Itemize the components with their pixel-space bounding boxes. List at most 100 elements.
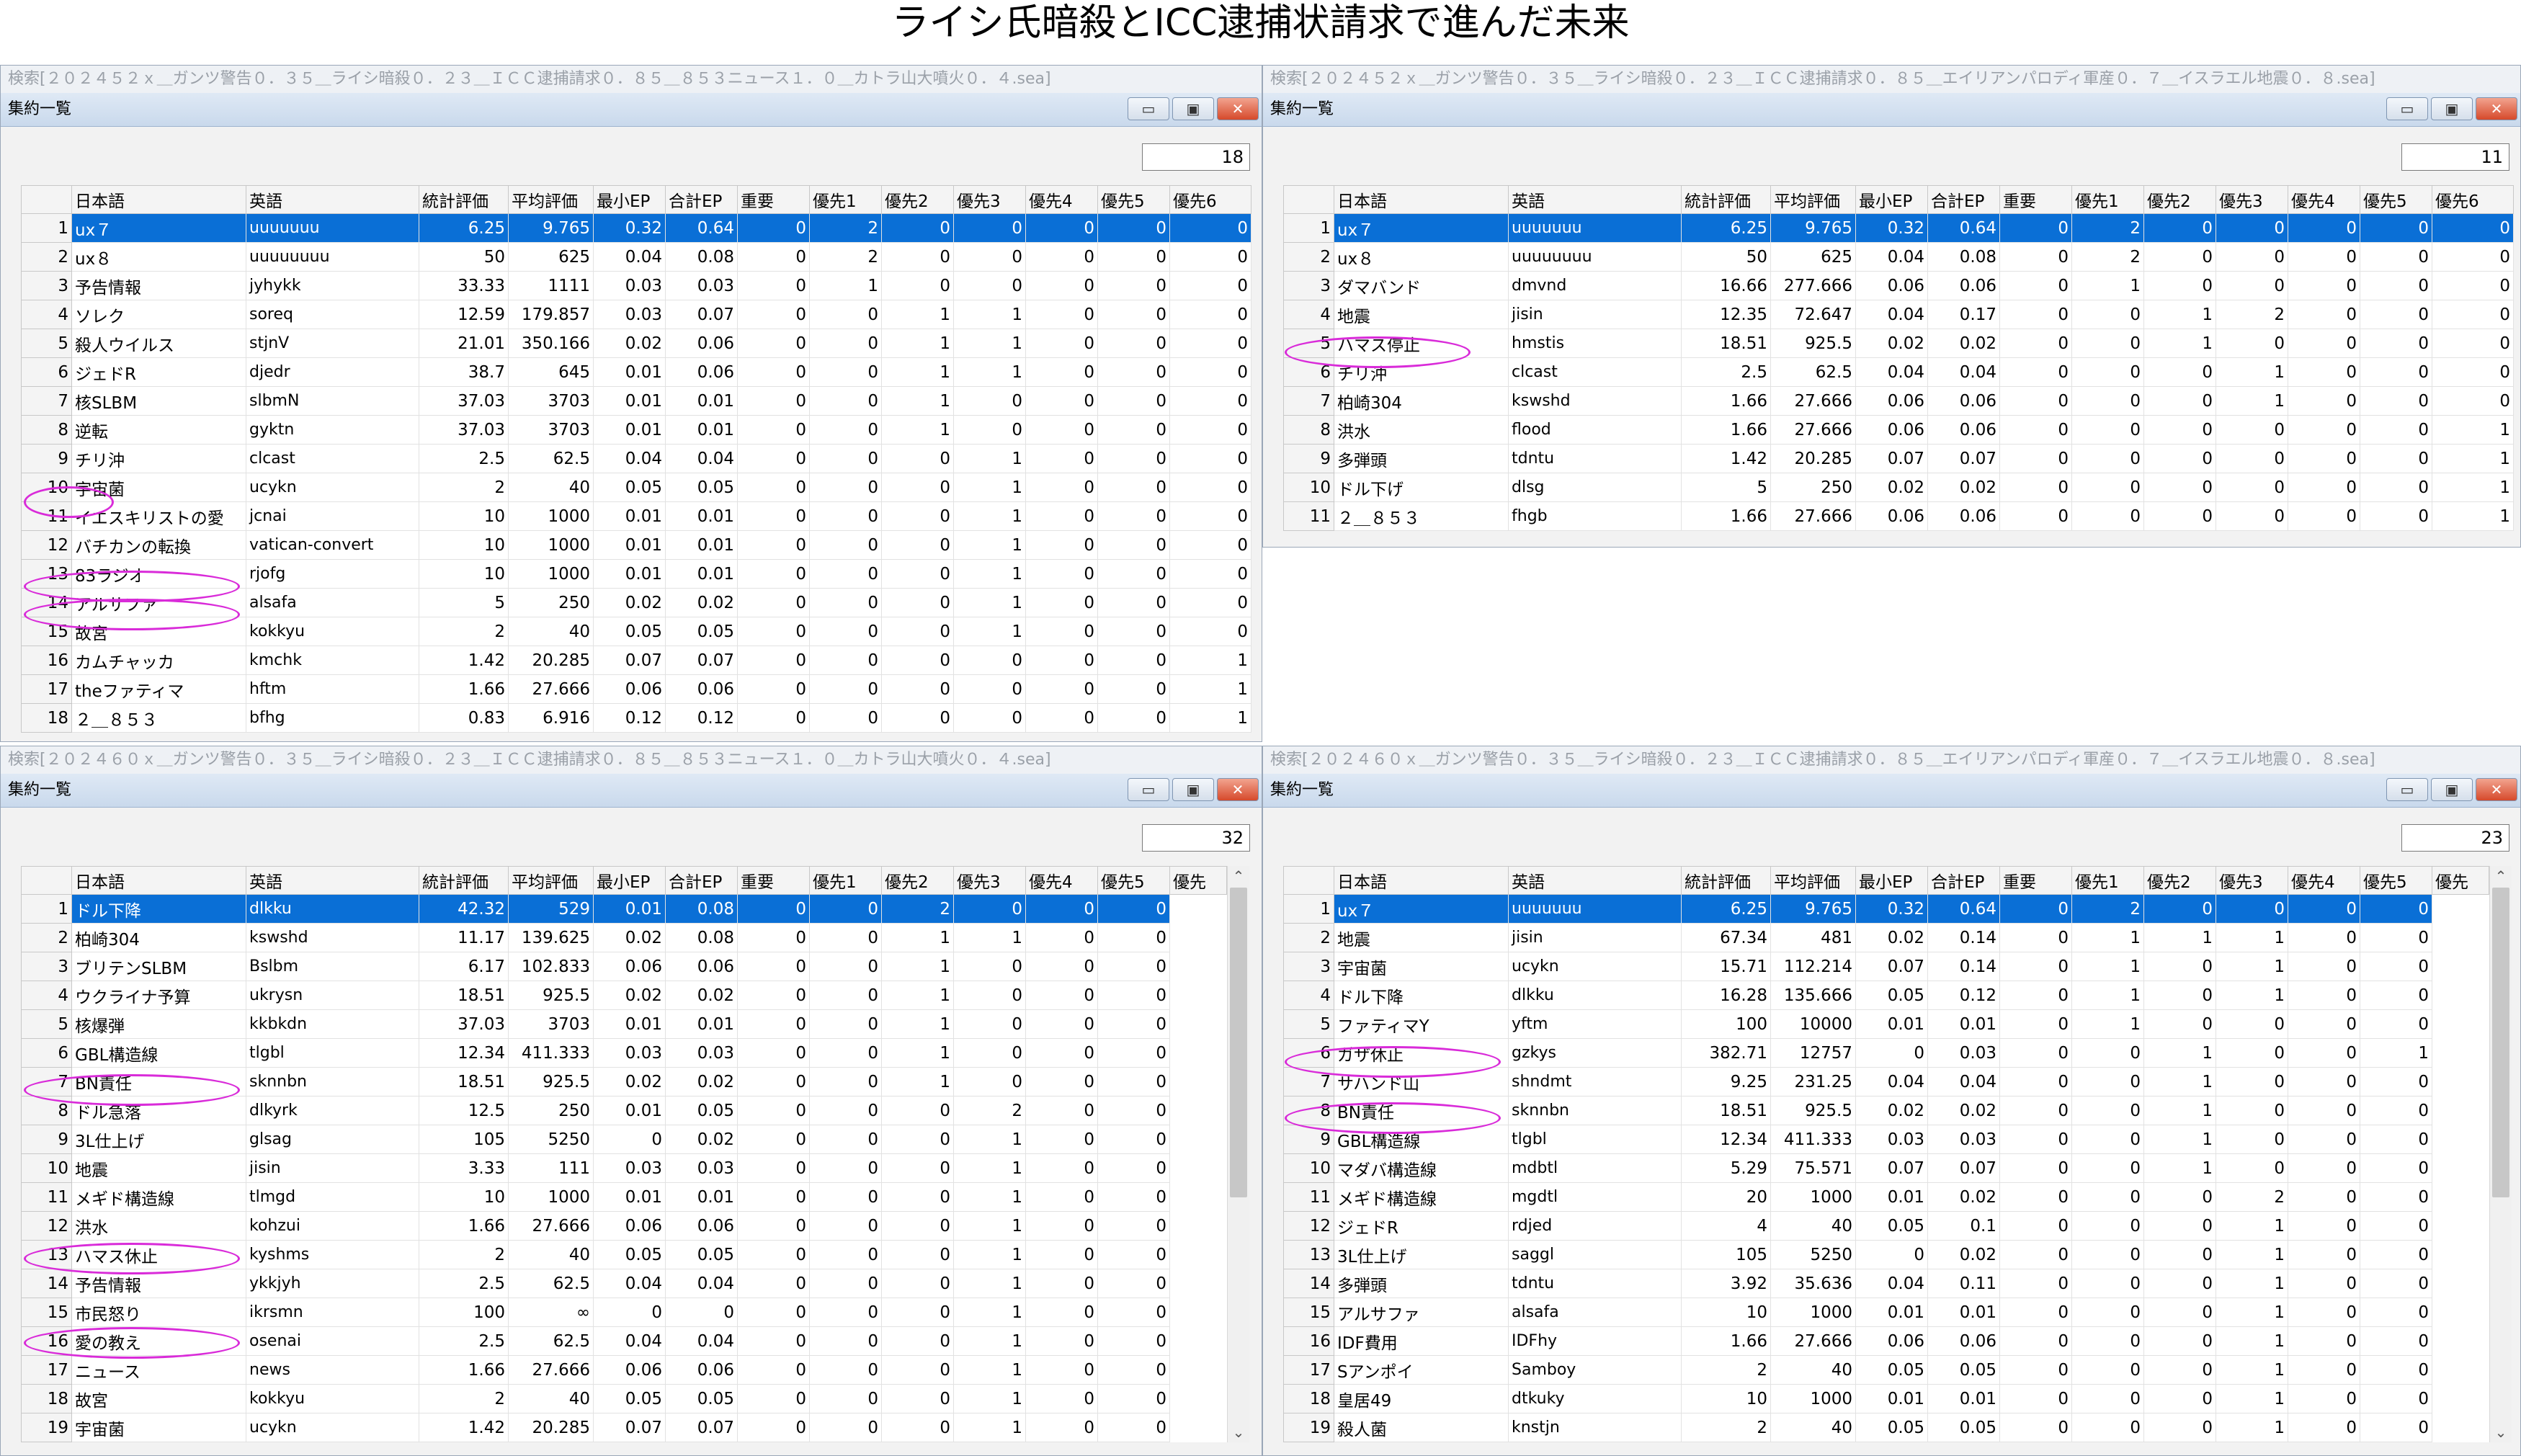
table-row[interactable]: 15 市民怒り ikrsmn 100 ∞ 0 0 0 0 0 1 0 0 (21, 1298, 1227, 1327)
cell-value[interactable]: 0 (2216, 242, 2288, 272)
cell-value[interactable]: 0.03 (1927, 1125, 2000, 1154)
cell-value[interactable]: ∞ (508, 1298, 594, 1327)
column-header[interactable]: 最小EP (593, 185, 666, 214)
maximize-button[interactable]: ▣ (2431, 778, 2473, 801)
cell-value[interactable]: 0.01 (665, 386, 738, 416)
cell-value[interactable]: 0 (2071, 1413, 2144, 1442)
cell-value[interactable]: 0 (737, 1009, 810, 1039)
cell-value[interactable]: 1 (2143, 1038, 2216, 1068)
cell-value[interactable]: 0.04 (1927, 1067, 2000, 1097)
cell-value[interactable]: 12.35 (1681, 300, 1771, 329)
cell-value[interactable]: 0.03 (1855, 1125, 1928, 1154)
cell-value[interactable]: 1 (2216, 1384, 2288, 1413)
cell-japanese[interactable]: ux７ (1334, 213, 1509, 243)
cell-english[interactable]: sknnbn (246, 1067, 419, 1097)
cell-value[interactable]: 1.42 (1681, 444, 1771, 473)
cell-value[interactable]: 0 (2432, 386, 2514, 416)
cell-value[interactable]: 1.66 (1681, 415, 1771, 445)
cell-japanese[interactable]: 愛の教え (71, 1326, 246, 1356)
cell-value[interactable]: 0.02 (665, 1067, 738, 1097)
cell-value[interactable]: 0 (1097, 1009, 1170, 1039)
cell-value[interactable]: 0 (737, 1038, 810, 1068)
cell-value[interactable]: 0 (2216, 415, 2288, 445)
cell-value[interactable]: 16.66 (1681, 271, 1771, 300)
cell-english[interactable]: kokkyu (246, 1384, 419, 1413)
cell-value[interactable]: 102.833 (508, 952, 594, 981)
cell-value[interactable]: 0.02 (665, 1125, 738, 1154)
cell-value[interactable]: 0.01 (593, 501, 666, 531)
cell-value[interactable]: 0.06 (665, 357, 738, 387)
cell-value[interactable]: 0 (881, 1182, 954, 1212)
search-query-bar[interactable]: 検索[２０２４６０ｘ＿ガンツ警告０．３５＿ライシ暗殺０．２３＿ＩＣＣ逮捕請求０．… (1, 746, 1262, 774)
cell-value[interactable]: 0.01 (1927, 1009, 2000, 1039)
cell-value[interactable]: 1 (1169, 646, 1251, 675)
cell-value[interactable]: 0.06 (1855, 386, 1928, 416)
cell-value[interactable]: 0 (737, 1125, 810, 1154)
cell-value[interactable]: 0 (737, 473, 810, 502)
cell-value[interactable]: 5250 (1770, 1240, 1856, 1269)
row-number[interactable]: 3 (21, 271, 72, 300)
table-row[interactable]: 16 カムチャッカ kmchk 1.42 20.285 0.07 0.07 0 0 0 0 0 0 1 (21, 646, 1251, 675)
cell-english[interactable]: ucykn (246, 473, 419, 502)
row-number[interactable]: 19 (21, 1413, 72, 1442)
cell-value[interactable]: 0 (2288, 1009, 2360, 1039)
cell-value[interactable]: 0 (2143, 1413, 2216, 1442)
cell-value[interactable]: 37.03 (419, 1009, 509, 1039)
cell-value[interactable]: 0 (2288, 1269, 2360, 1298)
cell-value[interactable]: 0 (737, 386, 810, 416)
cell-value[interactable]: 1000 (508, 559, 594, 589)
column-header[interactable]: 日本語 (71, 185, 246, 214)
cell-value[interactable]: 0 (1025, 271, 1098, 300)
cell-value[interactable]: 2 (881, 894, 954, 924)
cell-value[interactable]: 0.07 (665, 646, 738, 675)
table-row[interactable]: 6 ガザ休止 gzkys 382.71 12757 0 0.03 0 0 1 0 0 1 (1283, 1038, 2489, 1068)
row-number[interactable]: 4 (1283, 300, 1334, 329)
cell-value[interactable]: 0 (2288, 1153, 2360, 1183)
cell-english[interactable]: jcnai (246, 501, 419, 531)
table-row[interactable]: 6 GBL構造線 tlgbl 12.34 411.333 0.03 0.03 0 0 1 0 0 0 (21, 1038, 1227, 1068)
cell-value[interactable]: 250 (508, 588, 594, 617)
cell-value[interactable]: 1 (2216, 981, 2288, 1010)
cell-japanese[interactable]: ガザ休止 (1334, 1038, 1509, 1068)
cell-value[interactable]: 0.06 (1855, 271, 1928, 300)
scroll-down-arrow-icon[interactable]: ⌄ (2490, 1422, 2512, 1442)
cell-value[interactable]: 0 (953, 1009, 1026, 1039)
cell-value[interactable]: 42.32 (419, 894, 509, 924)
cell-value[interactable]: 231.25 (1770, 1067, 1856, 1097)
cell-value[interactable]: 0 (1169, 242, 1251, 272)
cell-japanese[interactable]: チリ沖 (71, 444, 246, 473)
cell-value[interactable]: 0 (2288, 1355, 2360, 1385)
row-number[interactable]: 7 (1283, 386, 1334, 416)
cell-value[interactable]: 0 (2360, 894, 2432, 924)
row-number[interactable]: 10 (21, 473, 72, 502)
cell-value[interactable]: 0.08 (1927, 242, 2000, 272)
table-row[interactable]: 2 ux８ uuuuuuuu 50 625 0.04 0.08 0 2 0 0 0 0 0 (1283, 242, 2514, 272)
cell-value[interactable]: 0 (2288, 952, 2360, 981)
cell-value[interactable]: 0 (2071, 357, 2144, 387)
cell-value[interactable]: 0.02 (1927, 473, 2000, 502)
cell-japanese[interactable]: ux７ (71, 213, 246, 243)
cell-value[interactable]: 0.04 (593, 242, 666, 272)
cell-value[interactable]: 40 (1770, 1413, 1856, 1442)
table-row[interactable]: 11 メギド構造線 tlmgd 10 1000 0.01 0.01 0 0 0 1 0 0 (21, 1182, 1227, 1212)
cell-value[interactable]: 0 (1097, 1355, 1170, 1385)
cell-value[interactable]: 0.64 (1927, 213, 2000, 243)
cell-value[interactable]: 0.04 (1855, 357, 1928, 387)
cell-value[interactable]: 0 (809, 1298, 882, 1327)
cell-value[interactable]: 0 (2288, 473, 2360, 502)
cell-value[interactable]: 0 (1097, 1038, 1170, 1068)
cell-english[interactable]: dmvnd (1508, 271, 1682, 300)
cell-japanese[interactable]: 核爆弾 (71, 1009, 246, 1039)
cell-value[interactable]: 0 (1025, 894, 1098, 924)
column-header[interactable]: 日本語 (1334, 185, 1509, 214)
cell-english[interactable]: uuuuuuu (246, 213, 419, 243)
cell-value[interactable]: 0 (2360, 1153, 2432, 1183)
row-number[interactable]: 16 (21, 646, 72, 675)
cell-value[interactable]: 2 (809, 213, 882, 243)
cell-value[interactable]: 0 (1097, 1240, 1170, 1269)
cell-value[interactable]: 0 (737, 300, 810, 329)
cell-value[interactable]: 0.06 (665, 952, 738, 981)
cell-value[interactable]: 10 (419, 501, 509, 531)
cell-value[interactable]: 0 (809, 646, 882, 675)
column-header[interactable]: 優先2 (881, 866, 954, 895)
